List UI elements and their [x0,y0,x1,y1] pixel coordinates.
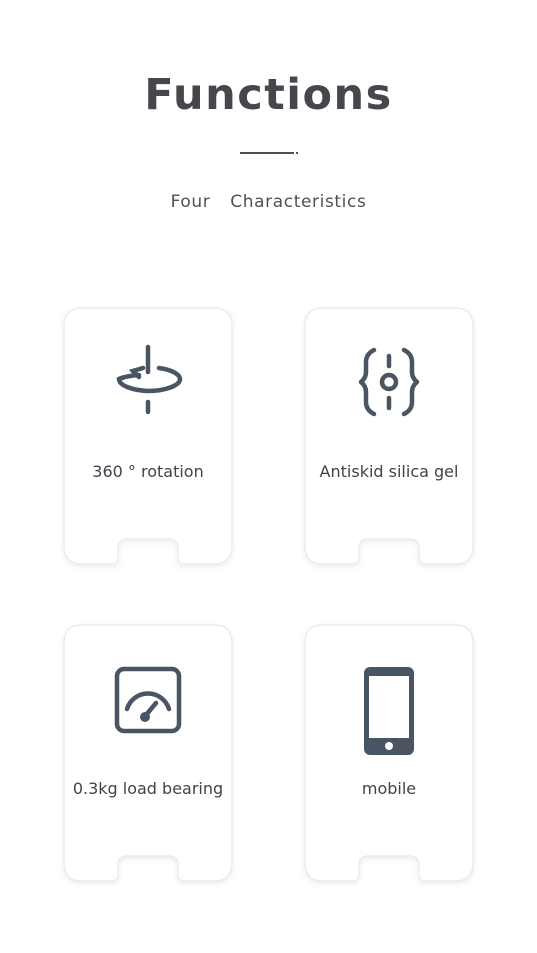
feature-card-rotation: 360 ° rotation [63,307,233,565]
title-divider [240,152,294,154]
mobile-phone-icon [364,667,414,755]
antiskid-gel-icon [358,347,420,417]
feature-label: 0.3kg load bearing [72,779,224,798]
feature-card-mobile: mobile [304,624,474,882]
feature-card-load-bearing: 0.3kg load bearing [63,624,233,882]
feature-label: Antiskid silica gel [319,462,459,481]
title-divider-dot [296,152,298,154]
feature-card-antiskid: Antiskid silica gel [304,307,474,565]
feature-label: 360 ° rotation [92,462,204,481]
rotation-360-icon [116,344,183,415]
gauge-icon [114,666,182,734]
page-subtitle: Four Characteristics [170,192,367,212]
page-title: Functions [144,70,393,120]
feature-label: mobile [361,779,417,798]
